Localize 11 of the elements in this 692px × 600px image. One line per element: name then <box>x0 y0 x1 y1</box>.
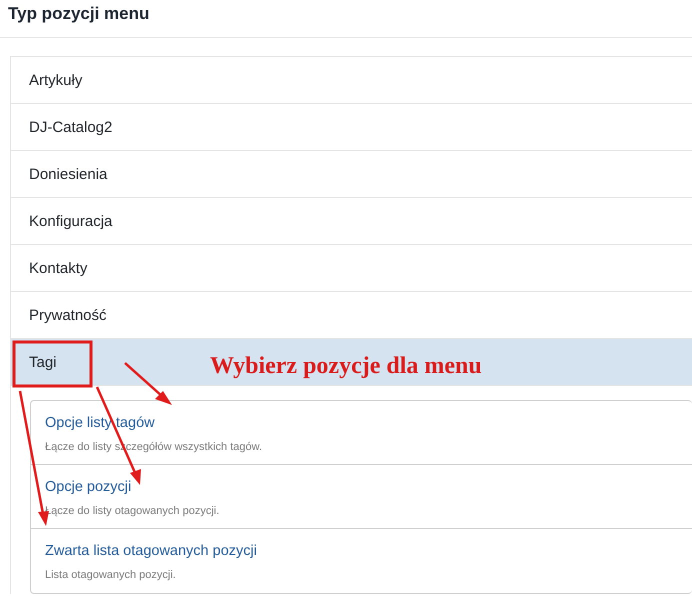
option-link[interactable]: Opcje pozycji <box>45 479 132 495</box>
category-item[interactable]: DJ-Catalog2 <box>11 104 692 151</box>
page-title: Typ pozycji menu <box>8 4 150 24</box>
option-link[interactable]: Opcje listy tagów <box>45 415 155 431</box>
category-item[interactable]: Doniesienia <box>11 151 692 198</box>
option-link[interactable]: Zwarta lista otagowanych pozycji <box>45 543 257 559</box>
option-description: Lista otagowanych pozycji. <box>45 569 176 581</box>
category-item[interactable]: Konfiguracja <box>11 198 692 245</box>
category-item[interactable]: Artykuły <box>11 57 692 104</box>
category-item[interactable]: Kontakty <box>11 245 692 292</box>
annotation-text: Wybierz pozycje dla menu <box>210 353 482 380</box>
